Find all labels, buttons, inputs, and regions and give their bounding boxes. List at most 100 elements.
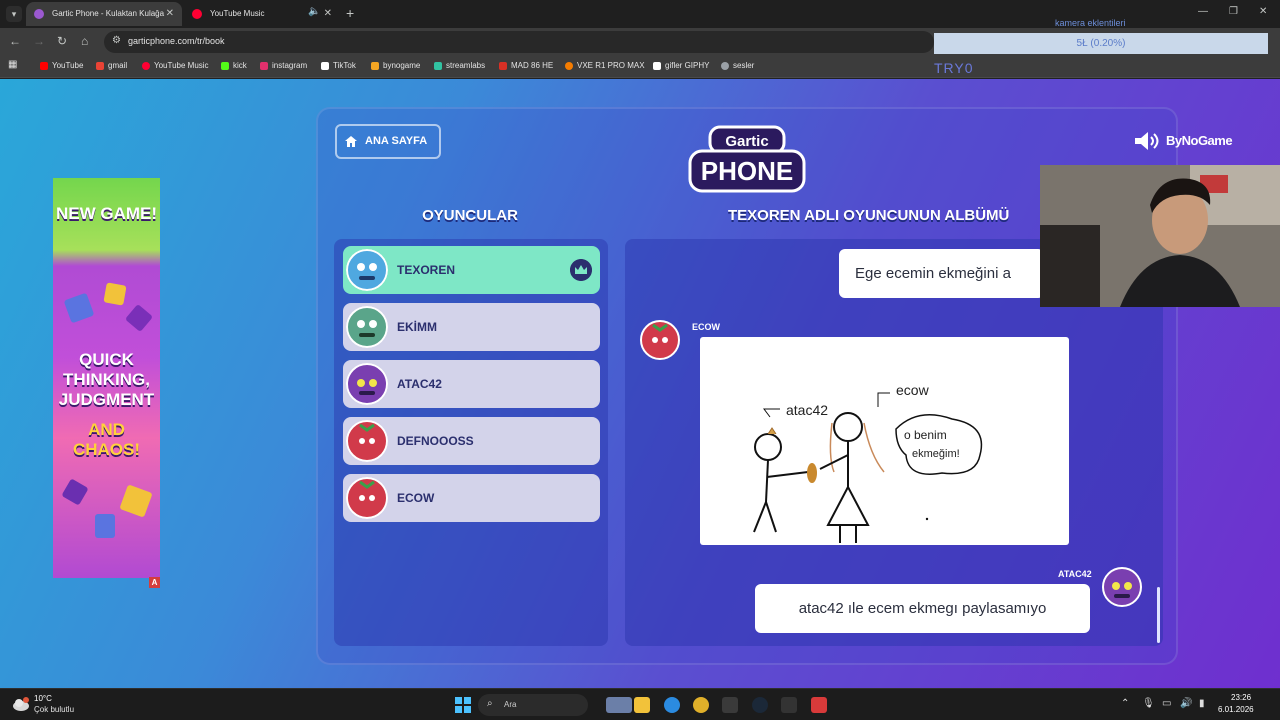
svg-text:Gartic: Gartic: [725, 133, 768, 150]
forward-icon[interactable]: →: [33, 34, 45, 48]
tab-gartic-phone[interactable]: Gartic Phone - Kulaktan Kulağa ✕: [26, 2, 182, 26]
restore-icon[interactable]: ❐: [1229, 6, 1238, 17]
ad-choices-badge[interactable]: A: [149, 577, 160, 588]
tiktok-icon: [321, 62, 329, 70]
svg-text:PHONE: PHONE: [701, 156, 793, 186]
player-row-ekimm[interactable]: EKİMM: [343, 303, 600, 351]
streaming-app-icon[interactable]: [811, 697, 827, 713]
players-heading: OYUNCULAR: [422, 207, 518, 224]
mute-tab-icon[interactable]: 🔈: [308, 6, 320, 17]
gmail-icon: [96, 62, 104, 70]
tray-expand-icon[interactable]: ⌃: [1121, 698, 1129, 709]
webcam-feed-image: [1040, 165, 1280, 307]
close-tab-icon[interactable]: ✕: [166, 2, 174, 26]
reply-author: ATAC42: [1058, 569, 1092, 579]
chrome-icon[interactable]: [693, 697, 709, 713]
instagram-icon: [260, 62, 268, 70]
bookmark-giphy[interactable]: gifler GIPHY: [653, 61, 709, 70]
windows-start-icon[interactable]: [455, 697, 471, 713]
taskbar-search[interactable]: ⌕ Ara: [478, 694, 588, 716]
overlay-title: kamera eklentileri: [1055, 18, 1126, 28]
vxe-icon: [565, 62, 573, 70]
new-tab-button[interactable]: +: [346, 5, 354, 21]
steam-icon[interactable]: [752, 697, 768, 713]
bookmark-kick[interactable]: kick: [221, 61, 247, 70]
player-row-defnoooss[interactable]: DEFNOOOSS: [343, 417, 600, 465]
globe-icon: [721, 62, 729, 70]
volume-icon[interactable]: 🔊: [1180, 698, 1192, 709]
address-bar[interactable]: ⚙ garticphone.com/tr/book: [104, 31, 934, 53]
tab-search-chevron-icon[interactable]: ▾: [6, 6, 22, 22]
search-icon: ⌕: [487, 698, 493, 709]
bookmark-mad86[interactable]: MAD 86 HE: [499, 61, 553, 70]
reload-icon[interactable]: ↻: [57, 34, 67, 48]
widgets-icon[interactable]: [606, 697, 632, 713]
tab-title: YouTube Music: [210, 9, 265, 18]
close-window-icon[interactable]: ✕: [1259, 6, 1267, 17]
ad-banner[interactable]: NEW GAME! QUICK THINKING, JUDGMENT AND C…: [53, 178, 160, 578]
battery-icon[interactable]: ▮: [1199, 698, 1205, 709]
bynogame-brand: ByNoGame: [1166, 133, 1233, 148]
edge-icon[interactable]: [664, 697, 680, 713]
site-info-icon[interactable]: ⚙: [112, 35, 121, 46]
file-explorer-icon[interactable]: [634, 697, 650, 713]
player-row-ecow[interactable]: ECOW: [343, 474, 600, 522]
weather-description: Çok bulutlu: [34, 705, 75, 714]
home-button-label: ANA SAYFA: [365, 135, 428, 147]
search-placeholder: Ara: [504, 700, 517, 709]
microphone-icon[interactable]: 🎙: [1142, 698, 1155, 709]
bookmark-streamlabs[interactable]: streamlabs: [434, 61, 485, 70]
player-name: EKİMM: [397, 320, 437, 334]
bookmark-vxe[interactable]: VXE R1 PRO MAX: [565, 61, 645, 70]
cloudy-weather-icon[interactable]: [12, 696, 30, 712]
bookmark-youtube[interactable]: YouTube: [40, 61, 83, 70]
crown-icon: [570, 259, 592, 281]
bookmark-youtube-music[interactable]: YouTube Music: [142, 61, 209, 70]
ad-tagline: QUICK THINKING, JUDGMENT: [58, 350, 155, 409]
bookmark-sesler[interactable]: sesler: [721, 61, 754, 70]
player-name: DEFNOOOSS: [397, 434, 474, 448]
album-heading: TEXOREN ADLI OYUNCUNUN ALBÜMÜ: [728, 207, 1010, 224]
player-row-texoren[interactable]: TEXOREN: [343, 246, 600, 294]
drawing-label-atac: atac42: [786, 402, 828, 418]
drawing-speech-2: ekmeğim!: [912, 448, 960, 460]
bookmark-tiktok[interactable]: TikTok: [321, 61, 356, 70]
atac42-avatar: [1102, 567, 1142, 607]
minimize-icon[interactable]: —: [1198, 6, 1208, 17]
player-row-atac42[interactable]: ATAC42: [343, 360, 600, 408]
player-avatar: [346, 420, 388, 462]
close-tab-icon[interactable]: ✕: [324, 2, 332, 26]
monitor-icon[interactable]: ▭: [1162, 698, 1171, 709]
webcam-overlay: [1040, 165, 1280, 307]
gartic-phone-logo: Gartic PHONE: [688, 125, 806, 193]
home-icon[interactable]: ⌂: [81, 34, 88, 48]
youtube-music-icon: [142, 62, 150, 70]
gartic-page: NEW GAME! QUICK THINKING, JUDGMENT AND C…: [0, 79, 1280, 688]
player-avatar: [346, 477, 388, 519]
bookmark-instagram[interactable]: instagram: [260, 61, 307, 70]
home-icon: [345, 136, 357, 147]
ecow-avatar: [640, 320, 680, 360]
donation-progress-bar: 5Ł (0.20%): [934, 33, 1268, 54]
bookmark-gmail[interactable]: gmail: [96, 61, 127, 70]
store-icon[interactable]: [722, 697, 738, 713]
sound-icon[interactable]: [1134, 131, 1162, 151]
youtube-music-favicon-icon: [192, 9, 202, 19]
streamlabs-icon: [434, 62, 442, 70]
player-avatar: [346, 363, 388, 405]
bookmark-bynogame[interactable]: bynogame: [371, 61, 420, 70]
epic-games-icon[interactable]: [781, 697, 797, 713]
gartic-favicon-icon: [34, 9, 44, 19]
back-icon[interactable]: ←: [9, 34, 21, 48]
url-text: garticphone.com/tr/book: [128, 36, 225, 46]
mad86-icon: [499, 62, 507, 70]
album-scrollbar[interactable]: [1157, 587, 1160, 643]
album-drawing: atac42 ecow o benim ekmeğim!: [700, 337, 1069, 545]
giphy-icon: [653, 62, 661, 70]
home-button[interactable]: ANA SAYFA: [335, 124, 441, 159]
apps-grid-icon[interactable]: ▦: [8, 59, 17, 70]
player-avatar: [346, 306, 388, 348]
drawing-label-ecow: ecow: [896, 382, 930, 398]
drawing-speech-1: o benim: [904, 428, 947, 442]
clock-time: 23:26: [1231, 693, 1252, 702]
